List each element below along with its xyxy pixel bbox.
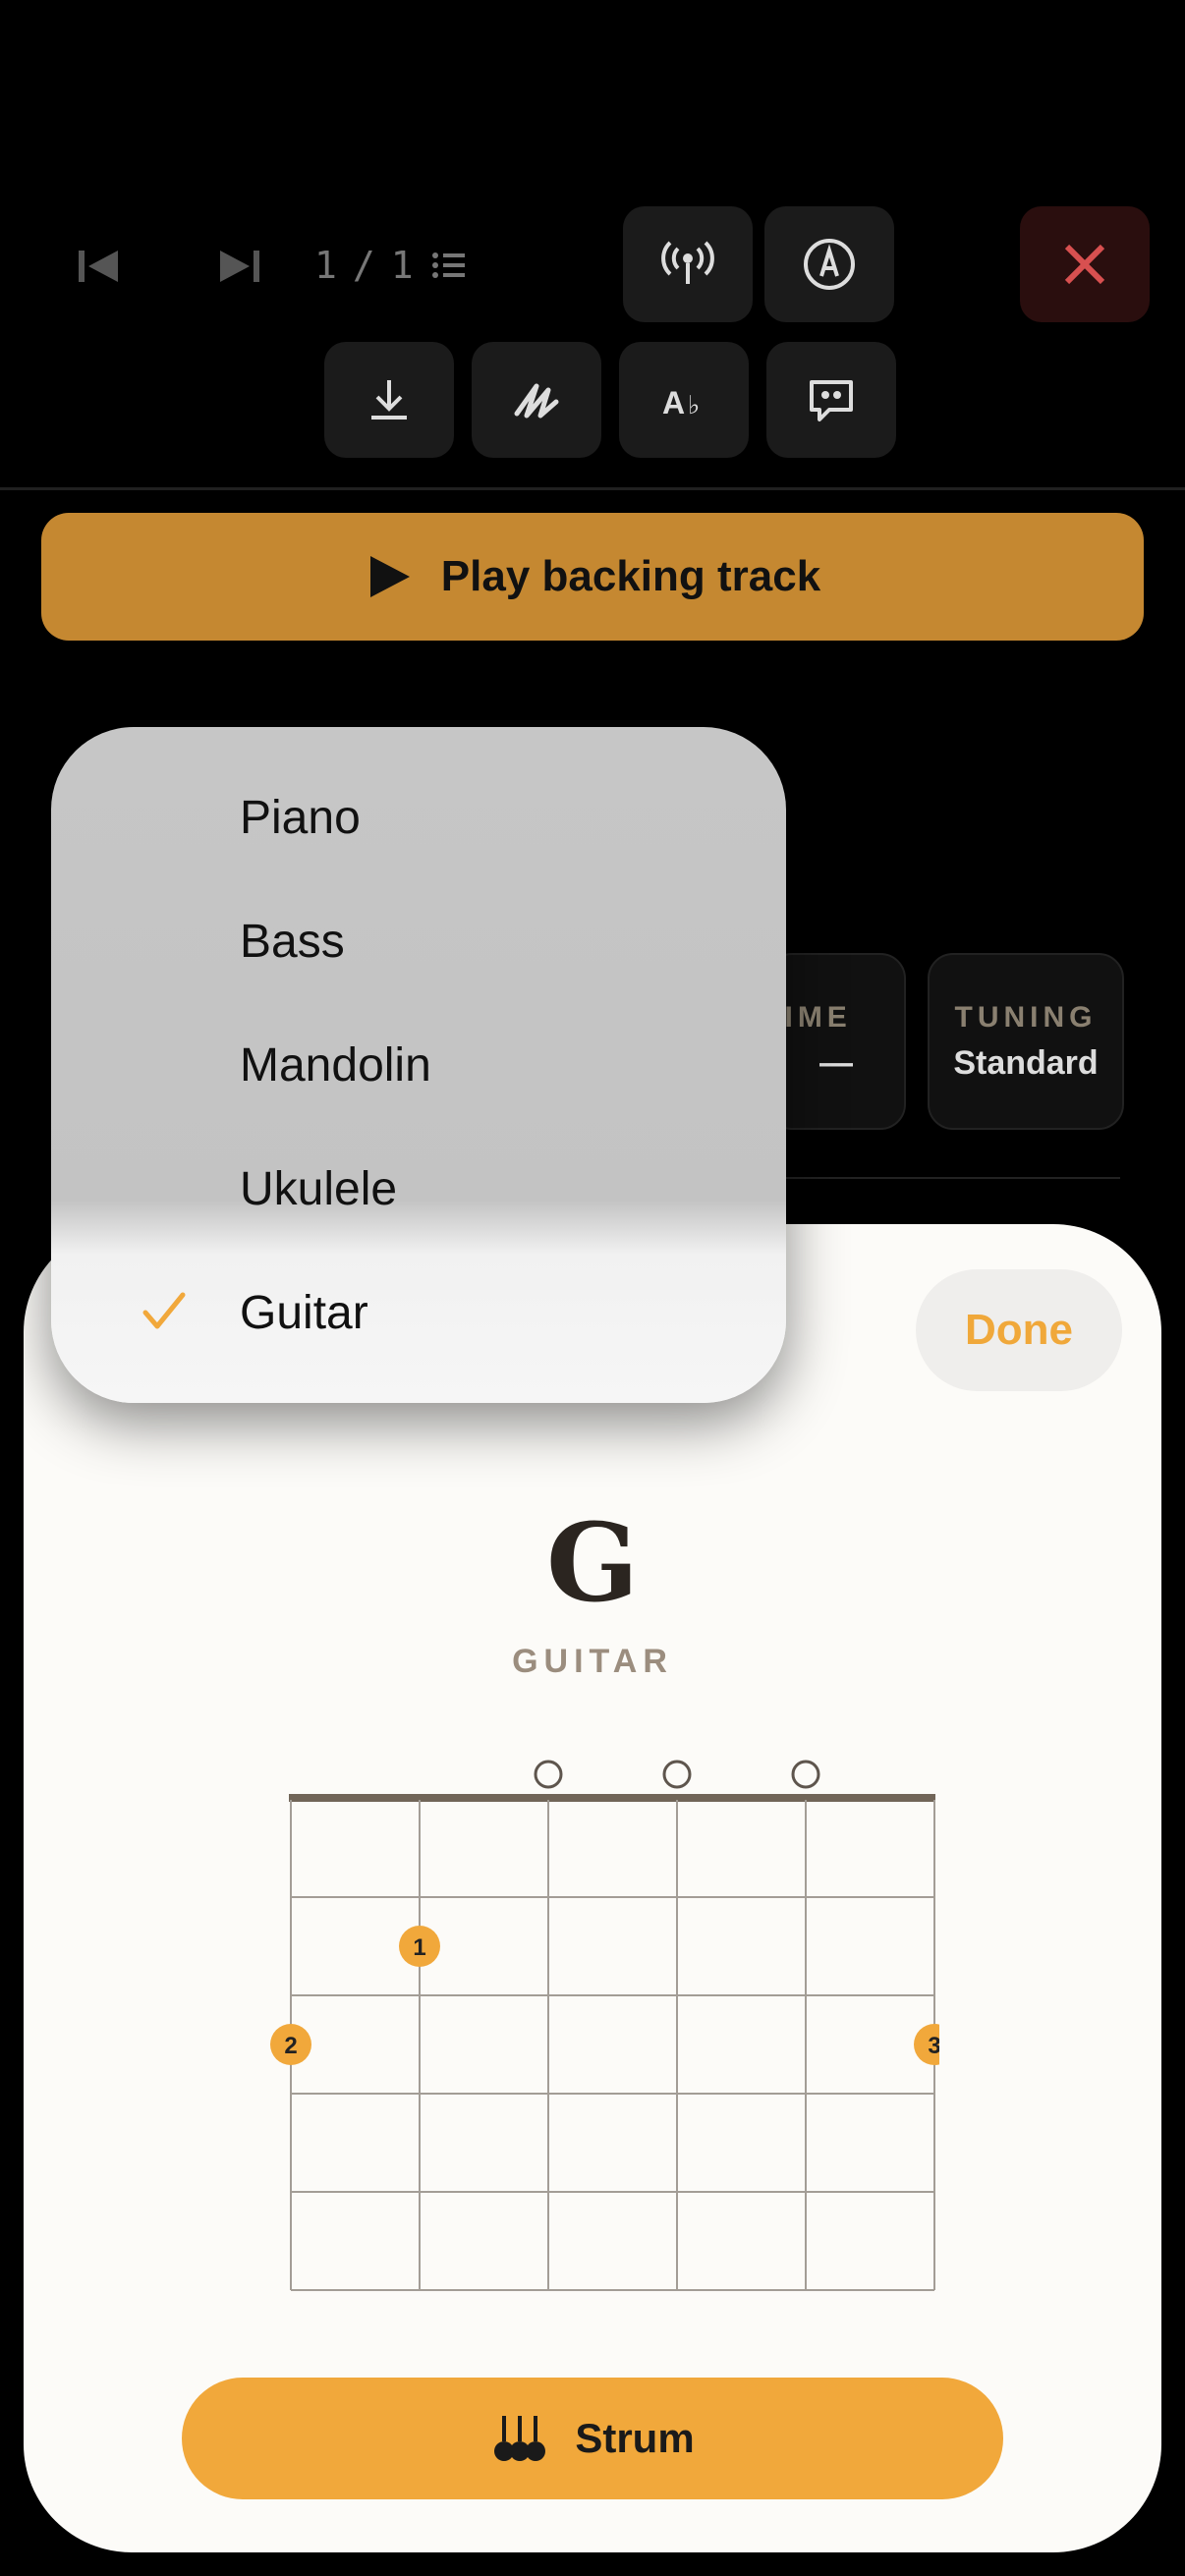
chord-name: G: [546, 1499, 639, 1626]
finger-number: 2: [284, 2033, 297, 2059]
chord-instrument-label: GUITAR: [512, 1643, 673, 1680]
strum-button[interactable]: Strum: [182, 2378, 1003, 2499]
guitars-icon: [494, 2416, 546, 2461]
finger-dot: 2: [270, 2024, 311, 2065]
comments-button[interactable]: [766, 342, 896, 458]
chord-sheet: Done G GUITAR 1 2 3 Strum: [24, 1224, 1161, 2552]
tuning-card[interactable]: TUNING Standard: [928, 953, 1124, 1130]
section-divider: [766, 1177, 1120, 1179]
menu-item-label: Ukulele: [240, 1162, 398, 1215]
menu-item-bass[interactable]: Bass: [51, 882, 786, 1000]
finger-dot: 1: [399, 1926, 440, 1967]
skip-forward-icon: [220, 251, 259, 282]
quote-bubble-icon: [810, 380, 853, 421]
checkmark-icon: [142, 1292, 186, 1329]
page-counter[interactable]: 1 / 1: [314, 236, 469, 295]
broadcast-button[interactable]: [623, 206, 753, 322]
play-icon: [369, 556, 410, 597]
download-icon: [371, 380, 407, 420]
pencil-circle-icon: [804, 239, 855, 290]
finger-dot: 3: [914, 2024, 939, 2065]
menu-item-guitar[interactable]: Guitar: [51, 1254, 786, 1372]
menu-item-ukulele[interactable]: Ukulele: [51, 1130, 786, 1248]
time-card[interactable]: TIME —: [762, 953, 906, 1130]
menu-item-piano[interactable]: Piano: [51, 758, 786, 876]
page-total: 1: [390, 244, 414, 287]
broadcast-icon: [661, 241, 714, 284]
svg-text:♭: ♭: [688, 391, 700, 420]
transpose-button[interactable]: A ♭: [619, 342, 749, 458]
finger-number: 3: [928, 2033, 939, 2059]
annotate-button[interactable]: [472, 342, 601, 458]
menu-item-mandolin[interactable]: Mandolin: [51, 1006, 786, 1124]
chord-nut: [289, 1794, 935, 1802]
tuning-value: Standard: [953, 1043, 1099, 1082]
menu-item-label: Bass: [240, 915, 345, 968]
open-string-marker: [534, 1760, 563, 1789]
tuning-label: TUNING: [954, 1000, 1098, 1034]
menu-item-label: Piano: [240, 791, 361, 844]
strum-label: Strum: [575, 2415, 695, 2461]
page-current: 1: [314, 244, 337, 287]
svg-text:A: A: [662, 385, 685, 420]
list-icon: [431, 252, 465, 278]
skip-back-icon: [79, 251, 118, 282]
chord-diagram: 1 2 3: [270, 1760, 939, 2291]
open-string-marker: [662, 1760, 692, 1789]
open-string-marker: [791, 1760, 820, 1789]
play-backing-track-label: Play backing track: [440, 552, 821, 600]
next-button[interactable]: [181, 208, 299, 324]
page-separator: /: [352, 244, 375, 287]
instrument-menu: Piano Bass Mandolin Ukulele Guitar: [51, 727, 786, 1403]
scribble-icon: [514, 383, 559, 419]
close-button[interactable]: [1020, 206, 1150, 322]
done-button[interactable]: Done: [916, 1269, 1122, 1391]
play-backing-track-button[interactable]: Play backing track: [41, 513, 1144, 641]
menu-item-label: Mandolin: [240, 1038, 431, 1092]
previous-button[interactable]: [39, 208, 157, 324]
download-button[interactable]: [324, 342, 454, 458]
markup-button[interactable]: [764, 206, 894, 322]
toolbar-divider: [0, 487, 1185, 490]
finger-number: 1: [413, 1934, 425, 1961]
time-value: —: [819, 1043, 853, 1082]
menu-item-label: Guitar: [240, 1286, 368, 1339]
close-icon: [1064, 244, 1105, 285]
transpose-icon: A ♭: [662, 385, 700, 420]
